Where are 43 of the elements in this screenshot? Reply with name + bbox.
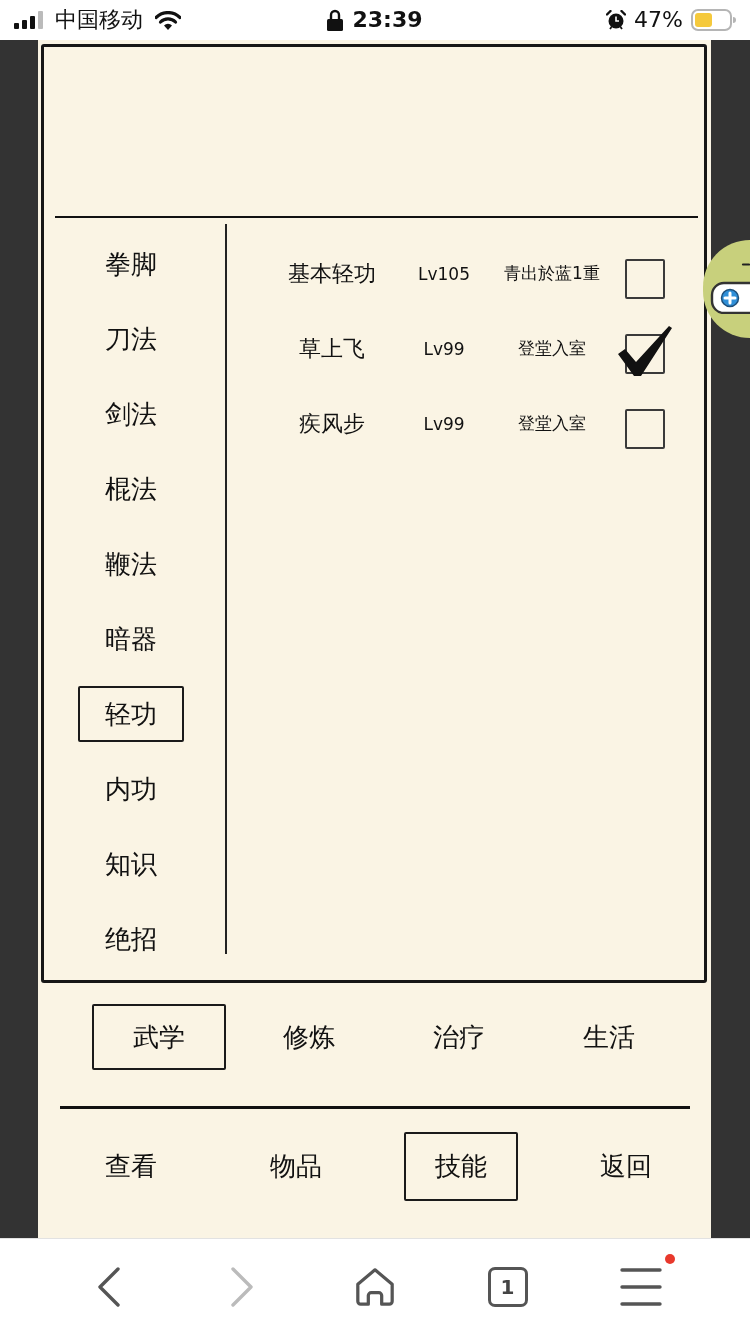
nav-tab[interactable]: 物品: [238, 1132, 353, 1201]
battery-icon: [691, 9, 736, 31]
check-icon: [618, 325, 672, 376]
alarm-clock-icon: [606, 10, 627, 30]
category-tab[interactable]: 刀法: [78, 311, 184, 367]
time-text: 23:39: [352, 7, 423, 33]
gamepad-icon: [710, 262, 750, 314]
sub-tab[interactable]: 治疗: [392, 1004, 526, 1070]
skill-name: 疾风步: [298, 409, 366, 438]
sub-tab[interactable]: 生活: [542, 1004, 676, 1070]
checkbox[interactable]: [625, 408, 665, 449]
battery-percent: 47%: [634, 7, 683, 33]
skill-level: Lv99: [422, 338, 466, 359]
signal-icon: [14, 11, 44, 29]
carrier-text: 中国移动: [55, 7, 143, 33]
sub-tab[interactable]: 武学: [92, 1004, 226, 1070]
category-tab[interactable]: 知识: [78, 836, 184, 892]
tabs-button[interactable]: 1: [487, 1266, 528, 1307]
nav-tab[interactable]: 查看: [73, 1132, 188, 1201]
skill-level: Lv99: [422, 413, 466, 434]
checkbox[interactable]: [625, 258, 665, 299]
menu-icon[interactable]: [619, 1267, 662, 1306]
sub-tab[interactable]: 修炼: [242, 1004, 376, 1070]
skill-rank: 青出於蓝1重: [503, 262, 601, 285]
skill-rank: 登堂入室: [517, 412, 587, 435]
skill-name: 基本轻功: [287, 259, 377, 288]
back-icon[interactable]: [97, 1266, 120, 1307]
skill-level: Lv105: [417, 263, 471, 284]
nav-tab[interactable]: 返回: [568, 1132, 683, 1201]
lock-icon: [327, 9, 344, 31]
nav-tab[interactable]: 技能: [403, 1132, 518, 1201]
category-tab[interactable]: 鞭法: [78, 536, 184, 592]
category-tab[interactable]: 拳脚: [78, 236, 184, 292]
category-tab[interactable]: 绝招: [78, 911, 184, 967]
category-tab[interactable]: 轻功: [78, 686, 184, 742]
skill-rank: 登堂入室: [517, 337, 587, 360]
home-icon[interactable]: [353, 1265, 396, 1308]
wifi-icon: [155, 10, 181, 30]
category-tab[interactable]: 暗器: [78, 611, 184, 667]
skill-name: 草上飞: [298, 334, 366, 363]
category-tab[interactable]: 剑法: [78, 386, 184, 442]
category-tab[interactable]: 内功: [78, 761, 184, 817]
category-tab[interactable]: 棍法: [78, 461, 184, 517]
